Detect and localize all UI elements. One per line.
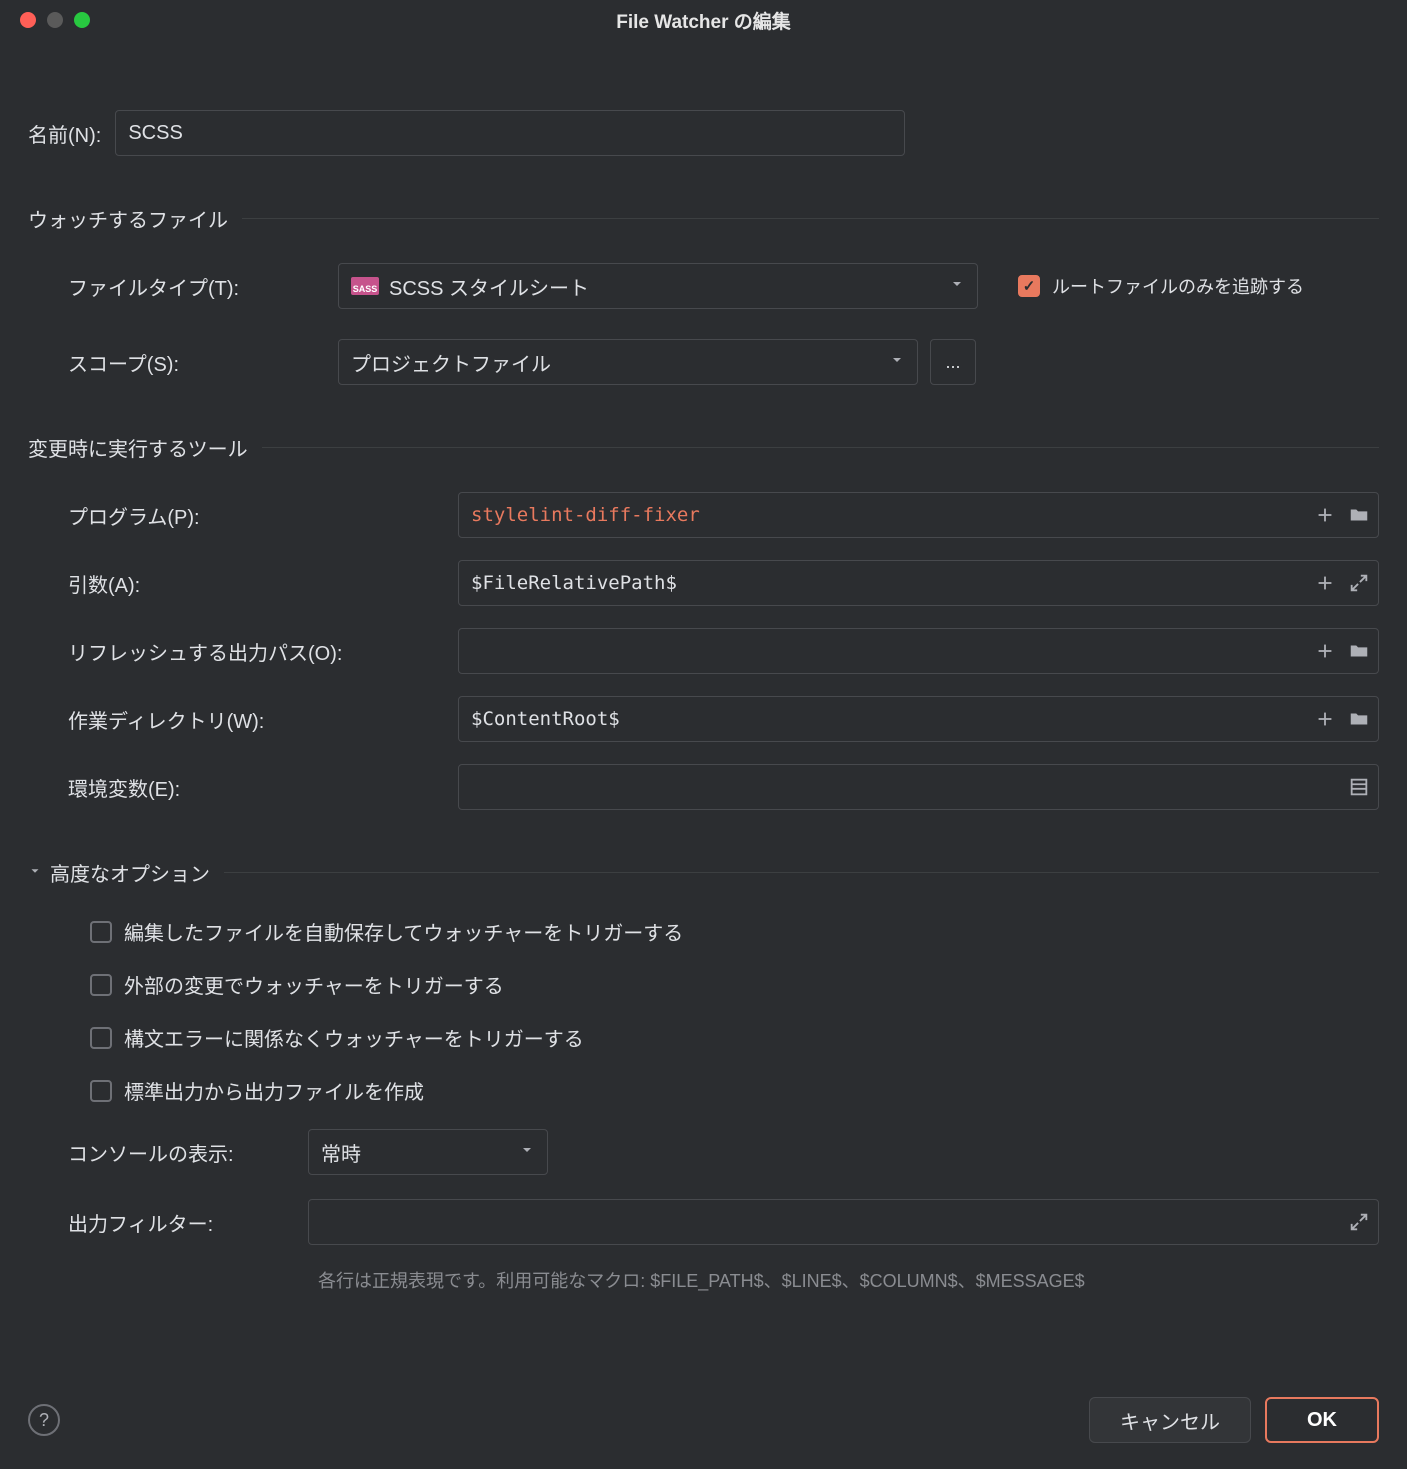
external-change-label: 外部の変更でウォッチャーをトリガーする [124, 970, 504, 999]
track-root-checkbox[interactable] [1018, 275, 1040, 297]
program-input[interactable] [471, 504, 1366, 526]
name-input[interactable] [128, 122, 892, 145]
filters-label: 出力フィルター: [68, 1208, 308, 1237]
output-paths-label: リフレッシュする出力パス(O): [28, 637, 458, 666]
console-select[interactable]: 常時 [308, 1129, 548, 1175]
titlebar: File Watcher の編集 [0, 0, 1407, 40]
folder-icon[interactable] [1348, 708, 1370, 730]
file-type-label: ファイルタイプ(T): [28, 272, 338, 301]
filters-hint: 各行は正規表現です。利用可能なマクロ: $FILE_PATH$、$LINE$、$… [28, 1267, 1379, 1293]
auto-save-label: 編集したファイルを自動保存してウォッチャーをトリガーする [124, 917, 683, 946]
plus-icon[interactable] [1314, 708, 1336, 730]
expand-icon[interactable] [1348, 572, 1370, 594]
sass-icon: SASS [351, 277, 379, 295]
arguments-label: 引数(A): [28, 569, 458, 598]
env-input[interactable] [471, 776, 1366, 799]
folder-icon[interactable] [1348, 640, 1370, 662]
external-change-checkbox[interactable] [90, 974, 112, 996]
file-type-select[interactable]: SASS SCSS スタイルシート [338, 263, 978, 309]
advanced-section-title: 高度なオプション [50, 858, 210, 887]
scope-value: プロジェクトファイル [351, 348, 551, 377]
ok-button[interactable]: OK [1265, 1397, 1379, 1443]
console-value: 常時 [321, 1138, 361, 1167]
auto-save-checkbox[interactable] [90, 921, 112, 943]
stdout-file-label: 標準出力から出力ファイルを作成 [124, 1076, 424, 1105]
cancel-button[interactable]: キャンセル [1089, 1397, 1251, 1443]
help-button[interactable]: ? [28, 1404, 60, 1436]
console-label: コンソールの表示: [68, 1138, 308, 1167]
list-icon[interactable] [1348, 776, 1370, 798]
working-dir-label: 作業ディレクトリ(W): [28, 705, 458, 734]
chevron-down-icon [889, 351, 905, 374]
filters-input[interactable] [321, 1211, 1366, 1234]
plus-icon[interactable] [1314, 572, 1336, 594]
stdout-file-checkbox[interactable] [90, 1080, 112, 1102]
window-title: File Watcher の編集 [0, 7, 1407, 34]
syntax-error-label: 構文エラーに関係なくウォッチャーをトリガーする [124, 1023, 584, 1052]
arguments-input[interactable] [471, 572, 1366, 594]
program-label: プログラム(P): [28, 501, 458, 530]
chevron-down-icon [949, 275, 965, 298]
chevron-down-icon [519, 1141, 535, 1164]
plus-icon[interactable] [1314, 504, 1336, 526]
working-dir-input[interactable] [471, 708, 1366, 730]
folder-icon[interactable] [1348, 504, 1370, 526]
plus-icon[interactable] [1314, 640, 1336, 662]
scope-label: スコープ(S): [28, 348, 338, 377]
file-type-value: SCSS スタイルシート [389, 272, 589, 301]
chevron-down-icon[interactable] [28, 861, 42, 884]
tool-section-title: 変更時に実行するツール [28, 433, 248, 462]
watch-section-title: ウォッチするファイル [28, 204, 228, 233]
output-paths-input[interactable] [471, 640, 1366, 662]
env-label: 環境変数(E): [28, 773, 458, 802]
track-root-label: ルートファイルのみを追跡する [1052, 273, 1304, 299]
scope-select[interactable]: プロジェクトファイル [338, 339, 918, 385]
scope-more-button[interactable]: ... [930, 339, 976, 385]
expand-icon[interactable] [1348, 1211, 1370, 1233]
name-label: 名前(N): [28, 119, 115, 148]
syntax-error-checkbox[interactable] [90, 1027, 112, 1049]
